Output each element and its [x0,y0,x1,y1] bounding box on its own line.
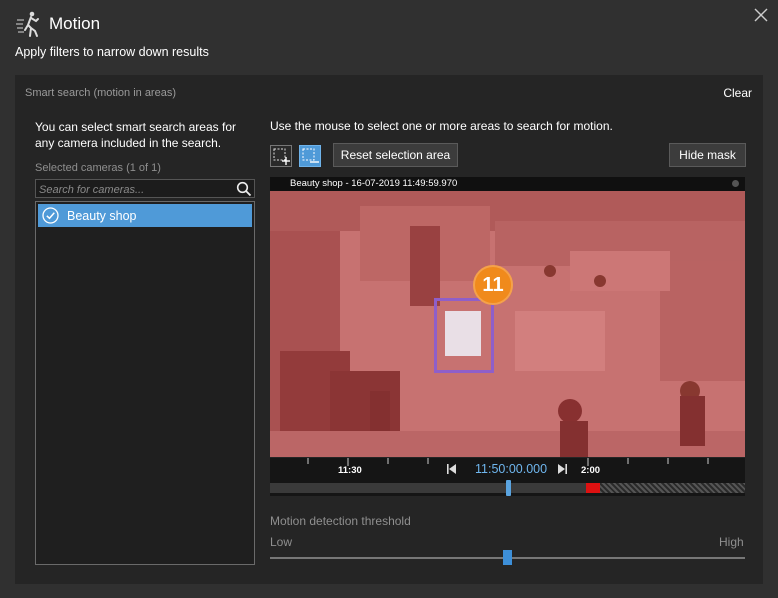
hide-mask-button[interactable]: Hide mask [669,143,746,167]
motion-mask-overlay [270,191,745,457]
timeline-no-recording [600,483,745,493]
video-caption: Beauty shop - 16-07-2019 11:49:59.970 [270,177,745,191]
add-area-button[interactable] [270,145,292,167]
recording-indicator [732,180,739,187]
smart-search-label: Smart search (motion in areas) [25,87,176,99]
close-icon[interactable] [752,6,770,24]
smart-search-panel: Smart search (motion in areas) Clear You… [15,75,763,584]
camera-search-box [35,179,255,199]
remove-area-icon [302,148,319,163]
dialog-title: Motion [49,14,101,33]
camera-item-label: Beauty shop [67,208,137,223]
threshold-high-label: High [719,535,744,549]
running-person-icon [16,11,39,37]
step-badge: 11 [473,265,513,305]
remove-area-button[interactable] [299,145,321,167]
search-icon[interactable] [236,181,252,197]
selected-area[interactable] [434,298,494,373]
camera-item-beauty-shop[interactable]: Beauty shop [38,204,252,227]
right-description: Use the mouse to select one or more area… [270,119,613,133]
camera-search-input[interactable] [36,181,232,199]
timeline-label-right: 2:00 [581,465,601,476]
clear-button[interactable]: Clear [723,86,752,100]
dialog-subtitle: Apply filters to narrow down results [15,45,209,59]
next-frame-icon[interactable] [556,463,568,475]
camera-list: Beauty shop [35,201,255,565]
dialog-header: Motion Apply filters to narrow down resu… [0,0,778,70]
previous-frame-icon[interactable] [446,463,458,475]
timeline-playhead[interactable] [506,480,511,496]
check-circle-icon [42,207,59,224]
reset-selection-area-button[interactable]: Reset selection area [333,143,458,167]
threshold-slider-handle[interactable] [503,550,512,565]
add-area-icon [273,148,290,165]
threshold-low-label: Low [270,535,293,549]
selected-cameras-label: Selected cameras (1 of 1) [35,162,161,174]
timeline-label-left: 11:30 [338,465,362,476]
timeline[interactable]: 11:30 11:50:00.000 2:00 [270,458,745,496]
camera-video-view[interactable]: Beauty shop - 16-07-2019 11:49:59.970 11 [270,177,745,457]
timeline-motion-marker [586,483,600,493]
threshold-label: Motion detection threshold [270,514,411,528]
selected-area-content [445,311,481,356]
timeline-current-time: 11:50:00.000 [475,462,548,476]
left-description: You can select smart search areas for an… [35,120,236,150]
